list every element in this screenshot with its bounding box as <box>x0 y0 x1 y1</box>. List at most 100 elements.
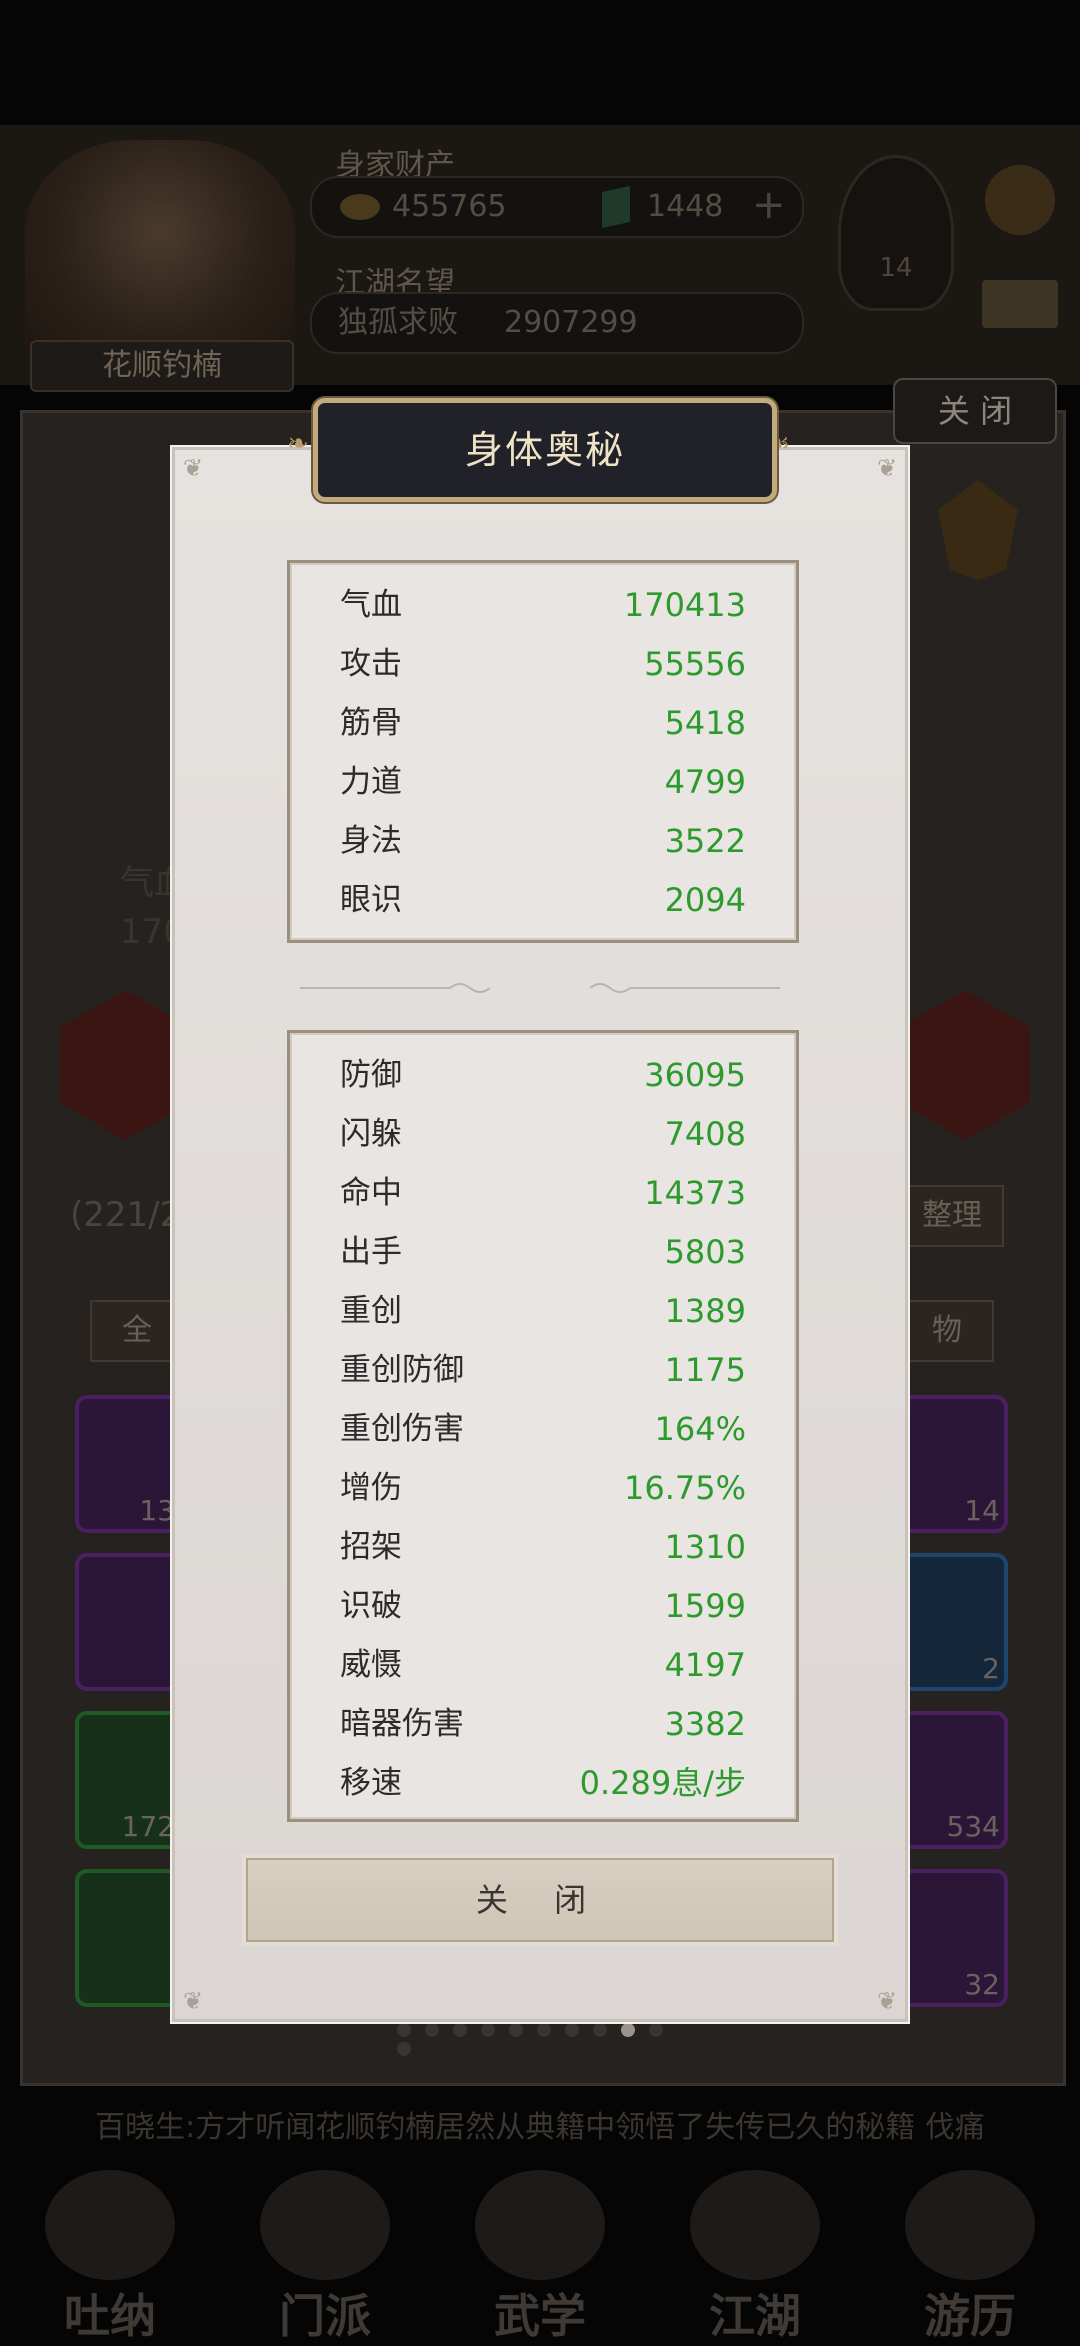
stat-row: 暗器伤害 3382 <box>340 1695 746 1753</box>
inventory-slot[interactable]: 13 <box>75 1395 183 1533</box>
stat-row: 闪躲 7408 <box>340 1105 746 1163</box>
stat-row: 识破 1599 <box>340 1577 746 1635</box>
gear-icon[interactable] <box>985 165 1055 235</box>
inventory-slot[interactable]: 2 <box>900 1553 1008 1691</box>
nav-label: 江湖 <box>709 2289 801 2343</box>
stat-value: 7408 <box>664 1115 746 1153</box>
stat-label: 重创防御 <box>340 1352 464 1388</box>
stat-row: 防御 36095 <box>340 1046 746 1104</box>
coin-amount: 455765 <box>392 189 507 224</box>
stat-row: 攻击 55556 <box>340 635 746 693</box>
stat-row: 重创 1389 <box>340 1282 746 1340</box>
stat-label: 招架 <box>340 1529 402 1565</box>
sort-button[interactable]: 整理 <box>900 1185 1004 1247</box>
fame-title: 独孤求败 <box>338 305 458 340</box>
stat-row: 气血 170413 <box>340 576 746 634</box>
stat-row: 命中 14373 <box>340 1164 746 1222</box>
slot-count: 32 <box>964 1968 1000 2001</box>
fame-value: 2907299 <box>504 305 638 340</box>
corner-ornament: ❦ <box>876 454 898 482</box>
stat-value: 1389 <box>664 1292 746 1330</box>
inventory-slot[interactable] <box>75 1869 183 2007</box>
nav-martial[interactable]: 武学 <box>460 2170 620 2343</box>
yinyang-level-badge[interactable]: 14 <box>838 155 954 311</box>
dialog-close-button[interactable]: 关 闭 <box>246 1858 834 1942</box>
slot-count: 14 <box>964 1494 1000 1527</box>
slot-count: 172 <box>121 1810 175 1843</box>
mail-icon[interactable] <box>982 280 1058 328</box>
stat-value: 3382 <box>664 1705 746 1743</box>
stat-row: 重创防御 1175 <box>340 1341 746 1399</box>
inventory-slot[interactable]: 32 <box>900 1869 1008 2007</box>
inventory-slot[interactable]: 172 <box>75 1711 183 1849</box>
stat-value: 4799 <box>664 763 746 801</box>
stat-label: 识破 <box>340 1588 402 1624</box>
stat-row: 招架 1310 <box>340 1518 746 1576</box>
nav-label: 门派 <box>279 2289 371 2343</box>
stat-value: 170413 <box>623 586 746 624</box>
bag-count: (221/2 <box>70 1195 182 1235</box>
nav-sect[interactable]: 门派 <box>245 2170 405 2343</box>
nav-label: 武学 <box>494 2289 586 2343</box>
corner-ornament: ❦ <box>182 454 204 482</box>
slot-count: 2 <box>982 1652 1000 1685</box>
stat-label: 移速 <box>340 1765 402 1801</box>
inventory-slot[interactable] <box>75 1553 183 1691</box>
corner-ornament: ❦ <box>876 1987 898 2015</box>
stat-label: 闪躲 <box>340 1116 402 1152</box>
dialog-title-plate: 身体奥秘 <box>313 398 777 502</box>
page-indicator <box>390 2022 690 2056</box>
stat-row: 增伤 16.75% <box>340 1459 746 1517</box>
bottom-nav: 吐纳 门派 武学 江湖 游历 <box>0 2170 1080 2343</box>
stat-value: 16.75% <box>623 1469 746 1507</box>
news-ticker: 百晓生:方才听闻花顺钓楠居然从典籍中领悟了失传已久的秘籍 伐痛 <box>95 2110 985 2145</box>
stat-label: 眼识 <box>340 882 402 918</box>
stat-row: 重创伤害 164% <box>340 1400 746 1458</box>
stat-row: 身法 3522 <box>340 812 746 870</box>
panel-close-button[interactable]: 关 闭 <box>893 378 1057 444</box>
stat-label: 力道 <box>340 764 402 800</box>
nav-label: 吐纳 <box>64 2289 156 2343</box>
player-avatar[interactable] <box>25 140 295 370</box>
wealth-bar: 455765 1448 + <box>310 176 804 238</box>
stat-label: 威慑 <box>340 1647 402 1683</box>
stat-value: 1175 <box>664 1351 746 1389</box>
fame-bar: 独孤求败 2907299 <box>310 292 804 354</box>
stat-row: 出手 5803 <box>340 1223 746 1281</box>
stat-value: 14373 <box>644 1174 746 1212</box>
nav-travel[interactable]: 游历 <box>890 2170 1050 2343</box>
stat-label: 重创伤害 <box>340 1411 464 1447</box>
stat-value: 36095 <box>644 1056 746 1094</box>
stat-value: 55556 <box>644 645 746 683</box>
stat-value: 0.289息/步 <box>579 1764 746 1802</box>
stat-label: 出手 <box>340 1234 402 1270</box>
stat-value: 5803 <box>664 1233 746 1271</box>
stat-row: 力道 4799 <box>340 753 746 811</box>
stat-row: 威慑 4197 <box>340 1636 746 1694</box>
stat-row: 筋骨 5418 <box>340 694 746 752</box>
tab-items[interactable]: 物 <box>900 1300 994 1362</box>
jade-amount: 1448 <box>647 189 724 224</box>
stat-value: 2094 <box>664 881 746 919</box>
martial-icon <box>475 2170 605 2280</box>
inventory-slot[interactable]: 14 <box>900 1395 1008 1533</box>
stat-label: 增伤 <box>340 1470 402 1506</box>
slot-count: 534 <box>946 1810 1000 1843</box>
stat-label: 攻击 <box>340 646 402 682</box>
title-wing-left: ❧ <box>287 429 309 459</box>
stat-row: 眼识 2094 <box>340 871 746 929</box>
stat-row: 移速 0.289息/步 <box>340 1754 746 1812</box>
travel-icon <box>905 2170 1035 2280</box>
nav-breathing[interactable]: 吐纳 <box>30 2170 190 2343</box>
nav-label: 游历 <box>924 2289 1016 2343</box>
plus-icon[interactable]: + <box>752 176 786 234</box>
inventory-slot[interactable]: 534 <box>900 1711 1008 1849</box>
stat-label: 筋骨 <box>340 705 402 741</box>
primary-stats-box: 气血 170413 攻击 55556 筋骨 5418 力道 4799 身法 35… <box>287 560 799 943</box>
stat-label: 防御 <box>340 1057 402 1093</box>
stat-value: 164% <box>654 1410 746 1448</box>
sect-icon <box>260 2170 390 2280</box>
dialog-title: 身体奥秘 <box>464 428 625 472</box>
jianghu-icon <box>690 2170 820 2280</box>
nav-jianghu[interactable]: 江湖 <box>675 2170 835 2343</box>
